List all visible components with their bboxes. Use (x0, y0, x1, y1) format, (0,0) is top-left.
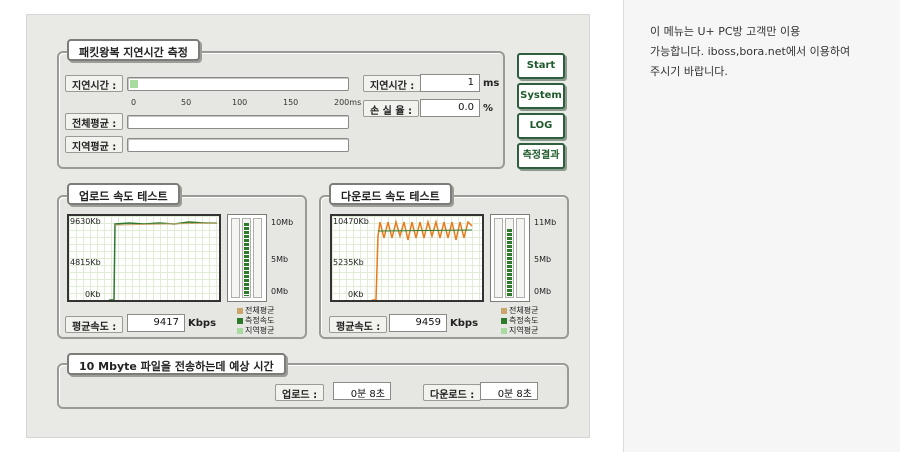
upload-meter-region (253, 218, 262, 298)
download-y-mid: 5235Kb (333, 258, 364, 267)
speed-test-app: 패킷왕복 지연시간 측정 지연시간 : 0 50 100 150 200ms 전… (26, 14, 590, 438)
upload-legend-measured-label: 측정속도 (245, 316, 275, 325)
scale-tick-50: 50 (181, 98, 192, 107)
legend-swatch-region (237, 327, 243, 334)
transfer-upload-label: 업로드 : (275, 384, 325, 401)
download-avg-unit: Kbps (450, 318, 479, 329)
log-button[interactable]: LOG (517, 113, 565, 139)
result-button[interactable]: 측정결과 (517, 143, 565, 169)
download-meter-mid: 5Mb (534, 255, 552, 264)
upload-meter-top: 10Mb (271, 218, 294, 227)
scale-tick-150: 150 (283, 98, 299, 107)
delay-bar-fill (130, 80, 138, 88)
region-avg-label: 지역평균 : (65, 136, 124, 153)
download-graph: 10470Kb 5235Kb 0Kb (330, 214, 484, 302)
delay-unit: ms (483, 78, 500, 89)
download-meter-bottom: 0Mb (534, 287, 552, 296)
download-y-bottom: 0Kb (348, 290, 364, 299)
notice-text: 이 메뉴는 U+ PC방 고객만 이용 가능합니다. iboss,bora.ne… (650, 22, 880, 82)
delay-value-label: 지연시간 : (363, 75, 422, 92)
delay-bar (127, 77, 349, 91)
upload-meter-mid: 5Mb (271, 255, 289, 264)
download-meter-total (494, 218, 503, 298)
upload-graph: 9630Kb 4815Kb 0Kb (67, 214, 221, 302)
download-meter-measured (505, 218, 514, 298)
upload-legend-total-label: 전체평균 (245, 306, 275, 315)
latency-title: 패킷왕복 지연시간 측정 (67, 39, 200, 61)
download-legend-region-label: 지역평균 (509, 326, 539, 335)
system-button[interactable]: System (517, 83, 565, 109)
download-avg-label: 평균속도 : (329, 316, 388, 333)
download-legend-measured-label: 측정속도 (509, 316, 539, 325)
delay-value: 1 (420, 74, 480, 92)
notice-line-3: 주시기 바랍니다. (650, 65, 728, 78)
scale-tick-0: 0 (131, 98, 137, 107)
legend-swatch-measured (501, 317, 507, 324)
download-meter-top: 11Mb (534, 218, 557, 227)
loss-label: 손 실 율 : (363, 100, 420, 117)
download-legend-total-label: 전체평균 (509, 306, 539, 315)
upload-meter (227, 214, 267, 302)
scale-tick-200: 200ms (334, 98, 362, 107)
delay-label: 지연시간 : (65, 75, 124, 92)
loss-unit: % (483, 103, 494, 114)
region-avg-bar (127, 138, 349, 152)
download-avg-value: 9459 (389, 314, 447, 332)
upload-meter-measured (242, 218, 251, 298)
upload-meter-level (244, 222, 249, 296)
upload-legend-region-label: 지역평균 (245, 326, 275, 335)
download-legend-region: 지역평균 (501, 325, 538, 336)
upload-avg-unit: Kbps (188, 318, 217, 329)
legend-swatch-total (237, 307, 243, 314)
upload-legend-region: 지역평균 (237, 325, 274, 336)
download-title: 다운로드 속도 테스트 (329, 183, 452, 205)
download-meter (490, 214, 530, 302)
loss-value: 0.0 (420, 99, 480, 117)
upload-avg-label: 평균속도 : (65, 316, 124, 333)
scale-tick-100: 100 (232, 98, 248, 107)
download-speed-line (372, 219, 473, 300)
legend-swatch-measured (237, 317, 243, 324)
download-meter-region (516, 218, 525, 298)
upload-y-bottom: 0Kb (85, 290, 101, 299)
upload-avg-value: 9417 (127, 314, 185, 332)
upload-title: 업로드 속도 테스트 (67, 183, 180, 205)
transfer-title: 10 Mbyte 파일을 전송하는데 예상 시간 (67, 353, 286, 375)
legend-swatch-total (501, 307, 507, 314)
upload-meter-total (231, 218, 240, 298)
legend-swatch-region (501, 327, 507, 334)
upload-speed-line (109, 221, 217, 300)
transfer-download-value: 0분 8초 (480, 382, 538, 400)
download-y-top: 10470Kb (333, 217, 369, 226)
total-avg-bar (127, 115, 349, 129)
notice-line-1: 이 메뉴는 U+ PC방 고객만 이용 (650, 25, 801, 38)
start-button[interactable]: Start (517, 53, 565, 79)
transfer-download-label: 다운로드 : (423, 384, 482, 401)
download-meter-level (507, 228, 512, 296)
total-avg-label: 전체평균 : (65, 113, 124, 130)
upload-meter-bottom: 0Mb (271, 287, 289, 296)
transfer-upload-value: 0분 8초 (333, 382, 391, 400)
notice-line-2: 가능합니다. iboss,bora.net에서 이용하여 (650, 45, 851, 58)
upload-y-top: 9630Kb (70, 217, 101, 226)
upload-y-mid: 4815Kb (70, 258, 101, 267)
